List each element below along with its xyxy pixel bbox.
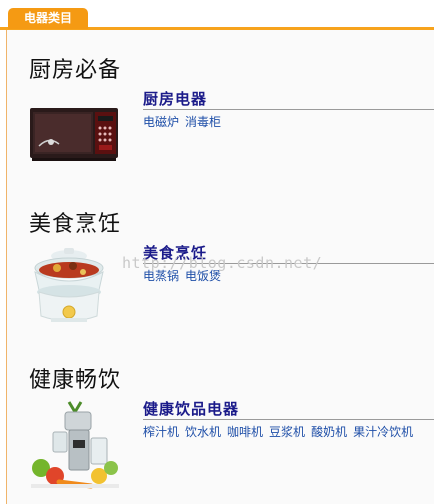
link-juicer[interactable]: 榨汁机	[143, 425, 179, 439]
divider	[143, 419, 434, 420]
link-induction-cooker[interactable]: 电磁炉	[143, 115, 179, 129]
link-coffee-machine[interactable]: 咖啡机	[227, 425, 263, 439]
section-heading: 美食烹饪	[29, 212, 122, 237]
category-title[interactable]: 厨房电器	[143, 88, 207, 109]
category-tab-bar: 电器类目	[0, 0, 434, 30]
link-juice-cooler[interactable]: 果汁冷饮机	[353, 425, 413, 439]
section-heading: 健康畅饮	[29, 368, 122, 393]
divider	[143, 109, 434, 110]
category-title[interactable]: 美食烹饪	[143, 242, 207, 263]
link-water-dispenser[interactable]: 饮水机	[185, 425, 221, 439]
subcategory-links: 电磁炉 消毒柜	[143, 113, 227, 130]
juicer-image[interactable]	[29, 394, 121, 494]
divider	[143, 263, 434, 264]
steamer-image[interactable]	[29, 242, 121, 342]
link-electric-steamer[interactable]: 电蒸锅	[143, 269, 179, 283]
subcategory-links: 电蒸锅 电饭煲	[143, 267, 227, 284]
link-disinfection-cabinet[interactable]: 消毒柜	[185, 115, 221, 129]
link-rice-cooker[interactable]: 电饭煲	[185, 269, 221, 283]
subcategory-links: 榨汁机 饮水机 咖啡机 豆浆机 酸奶机 果汁冷饮机	[143, 423, 419, 440]
tab-appliance-category[interactable]: 电器类目	[8, 8, 89, 29]
link-soymilk-maker[interactable]: 豆浆机	[269, 425, 305, 439]
microwave-image[interactable]	[29, 86, 121, 178]
category-panel: 厨房必备 厨房电器 电磁炉 消毒柜 美食烹饪 美食烹饪 电蒸锅 电饭煲 健康畅饮…	[6, 30, 434, 504]
section-heading: 厨房必备	[29, 58, 122, 83]
link-yogurt-maker[interactable]: 酸奶机	[311, 425, 347, 439]
category-title[interactable]: 健康饮品电器	[143, 398, 239, 419]
